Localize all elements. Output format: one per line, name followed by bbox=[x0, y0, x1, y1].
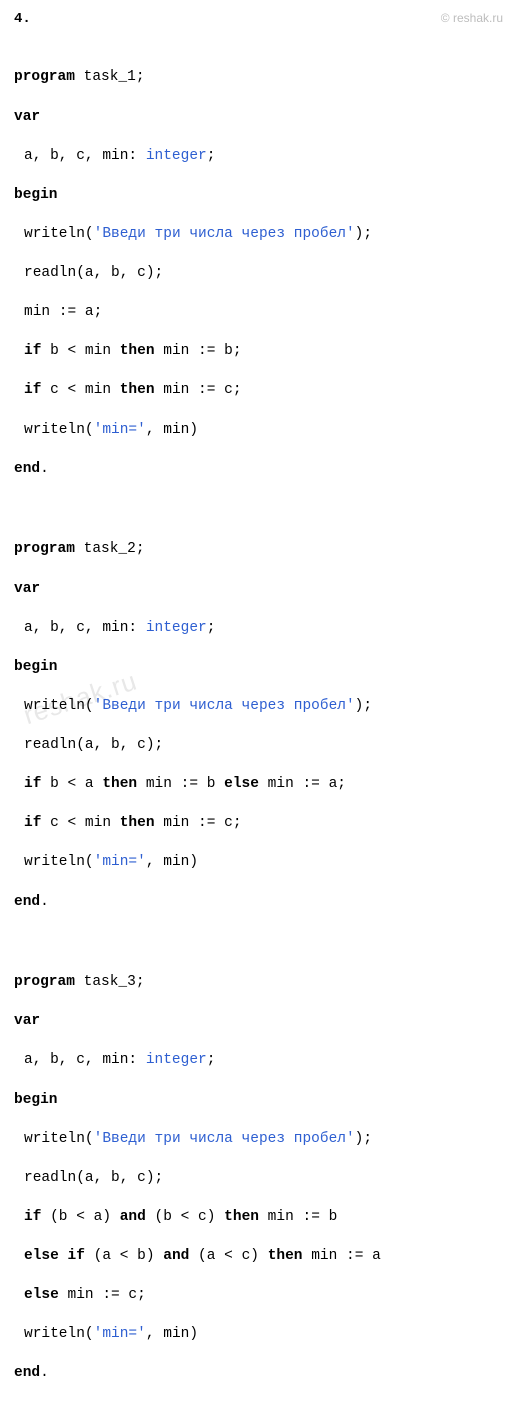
writeln-close: ); bbox=[355, 1131, 372, 1147]
kw-begin: begin bbox=[14, 187, 58, 203]
kw-then: then bbox=[120, 343, 155, 359]
end-dot: . bbox=[40, 1365, 49, 1381]
body: min := b bbox=[259, 1209, 337, 1225]
cond: (b < a) bbox=[41, 1209, 119, 1225]
cond: (a < c) bbox=[189, 1248, 267, 1264]
readln-call: readln(a, b, c); bbox=[24, 1170, 163, 1186]
string-literal: 'Введи три числа через пробел' bbox=[94, 698, 355, 714]
string-literal: 'min=' bbox=[94, 422, 146, 438]
watermark-top: © reshak.ru bbox=[441, 10, 503, 26]
type-integer: integer bbox=[146, 148, 207, 164]
kw-var: var bbox=[14, 581, 40, 597]
string-literal: 'Введи три числа через пробел' bbox=[94, 226, 355, 242]
kw-begin: begin bbox=[14, 659, 58, 675]
kw-if: if bbox=[24, 815, 41, 831]
kw-end: end bbox=[14, 894, 40, 910]
kw-then: then bbox=[120, 382, 155, 398]
var-decl: a, b, c, min: bbox=[24, 1052, 146, 1068]
kw-else: else bbox=[24, 1287, 59, 1303]
kw-and: and bbox=[120, 1209, 146, 1225]
end-dot: . bbox=[40, 894, 49, 910]
body: min := c; bbox=[59, 1287, 146, 1303]
end-dot: . bbox=[40, 461, 49, 477]
string-literal: 'Введи три числа через пробел' bbox=[94, 1131, 355, 1147]
kw-if: if bbox=[24, 776, 41, 792]
writeln-call: writeln( bbox=[24, 698, 94, 714]
semicolon: ; bbox=[207, 620, 216, 636]
kw-end: end bbox=[14, 461, 40, 477]
assign-min: min := a; bbox=[24, 304, 102, 320]
writeln-call: writeln( bbox=[24, 1131, 94, 1147]
program-name: task_2; bbox=[84, 541, 145, 557]
code-block-2: program task_2; var a, b, c, min: intege… bbox=[14, 521, 515, 932]
writeln-call: writeln( bbox=[24, 226, 94, 242]
kw-program: program bbox=[14, 69, 75, 85]
kw-then: then bbox=[120, 815, 155, 831]
semicolon: ; bbox=[207, 1052, 216, 1068]
string-literal: 'min=' bbox=[94, 1326, 146, 1342]
cond: b < min bbox=[41, 343, 119, 359]
body: min := c; bbox=[155, 815, 242, 831]
body: min := b bbox=[137, 776, 224, 792]
cond: (a < b) bbox=[85, 1248, 163, 1264]
body: min := a bbox=[303, 1248, 381, 1264]
kw-end: end bbox=[14, 1365, 40, 1381]
writeln-call: writeln( bbox=[24, 1326, 94, 1342]
kw-var: var bbox=[14, 109, 40, 125]
cond: c < min bbox=[41, 815, 119, 831]
program-name: task_3; bbox=[84, 974, 145, 990]
kw-else: else bbox=[224, 776, 259, 792]
body: min := b; bbox=[155, 343, 242, 359]
kw-var: var bbox=[14, 1013, 40, 1029]
kw-and: and bbox=[163, 1248, 189, 1264]
cond: b < a bbox=[41, 776, 102, 792]
readln-call: readln(a, b, c); bbox=[24, 737, 163, 753]
body: min := c; bbox=[155, 382, 242, 398]
kw-else: else bbox=[24, 1248, 59, 1264]
writeln-close: , min) bbox=[146, 422, 198, 438]
kw-if: if bbox=[24, 382, 41, 398]
writeln-call: writeln( bbox=[24, 422, 94, 438]
writeln-call: writeln( bbox=[24, 854, 94, 870]
body: min := a; bbox=[259, 776, 346, 792]
writeln-close: ); bbox=[355, 698, 372, 714]
var-decl: a, b, c, min: bbox=[24, 620, 146, 636]
kw-if: if bbox=[24, 1209, 41, 1225]
type-integer: integer bbox=[146, 620, 207, 636]
cond: c < min bbox=[41, 382, 119, 398]
readln-call: readln(a, b, c); bbox=[24, 265, 163, 281]
kw-then: then bbox=[102, 776, 137, 792]
code-block-3: program task_3; var a, b, c, min: intege… bbox=[14, 954, 515, 1404]
cond: (b < c) bbox=[146, 1209, 224, 1225]
writeln-close: ); bbox=[355, 226, 372, 242]
program-name bbox=[75, 69, 84, 85]
string-literal: 'min=' bbox=[94, 854, 146, 870]
kw-if: if bbox=[59, 1248, 85, 1264]
writeln-close: , min) bbox=[146, 854, 198, 870]
code-block-1: program task_1; var a, b, c, min: intege… bbox=[14, 49, 515, 499]
var-decl: a, b, c, min: bbox=[24, 148, 146, 164]
semicolon: ; bbox=[207, 148, 216, 164]
type-integer: integer bbox=[146, 1052, 207, 1068]
program-name: task_1; bbox=[84, 69, 145, 85]
kw-program: program bbox=[14, 974, 75, 990]
kw-if: if bbox=[24, 343, 41, 359]
kw-program: program bbox=[14, 541, 75, 557]
writeln-close: , min) bbox=[146, 1326, 198, 1342]
kw-begin: begin bbox=[14, 1092, 58, 1108]
kw-then: then bbox=[268, 1248, 303, 1264]
kw-then: then bbox=[224, 1209, 259, 1225]
